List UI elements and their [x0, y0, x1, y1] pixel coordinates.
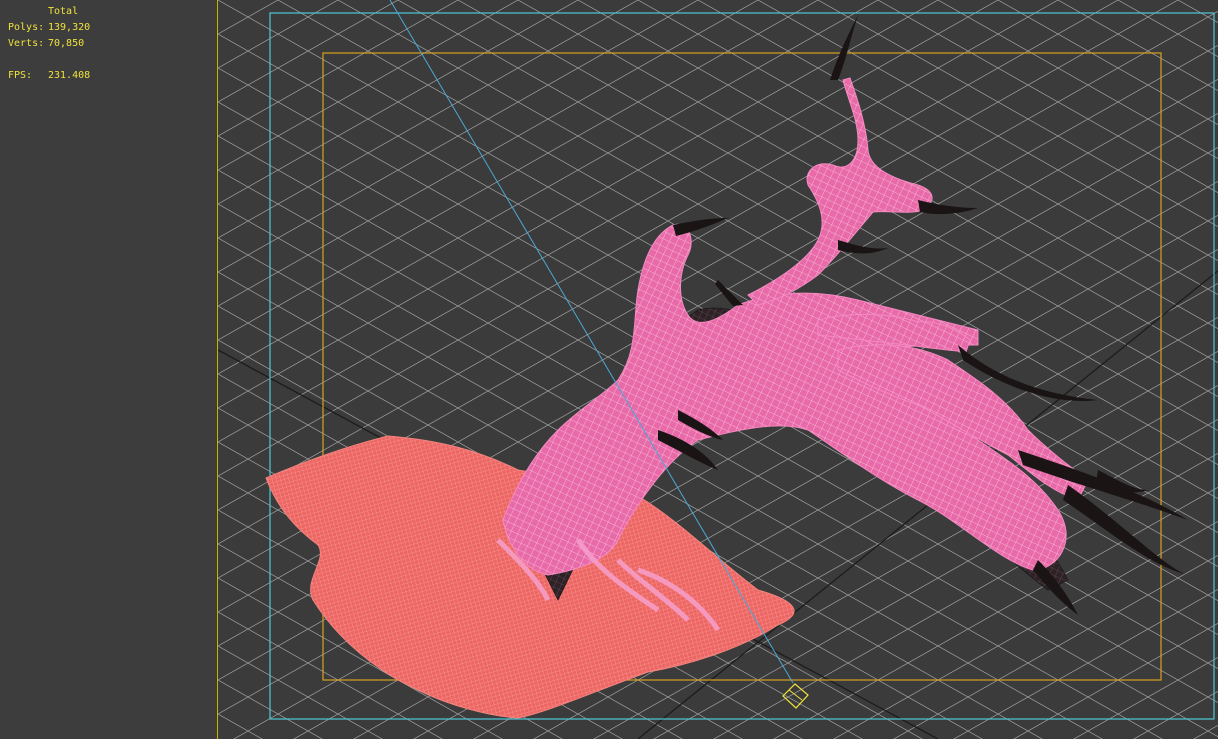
viewport-canvas[interactable]	[218, 0, 1218, 739]
stats-fps-value: 231.408	[48, 70, 91, 81]
stats-polys-value: 139,320	[48, 22, 91, 33]
stats-polys-label: Polys:	[8, 22, 45, 33]
stats-fps-label: FPS:	[8, 70, 33, 81]
app-window: Total Polys: 139,320 Verts: 70,850 FPS: …	[0, 0, 1218, 739]
stats-total-label: Total	[48, 6, 79, 17]
viewport-statistics-panel: Total Polys: 139,320 Verts: 70,850 FPS: …	[0, 0, 217, 739]
stats-verts-label: Verts:	[8, 38, 45, 49]
stats-verts-value: 70,850	[48, 38, 85, 49]
3d-viewport[interactable]	[217, 0, 1218, 739]
